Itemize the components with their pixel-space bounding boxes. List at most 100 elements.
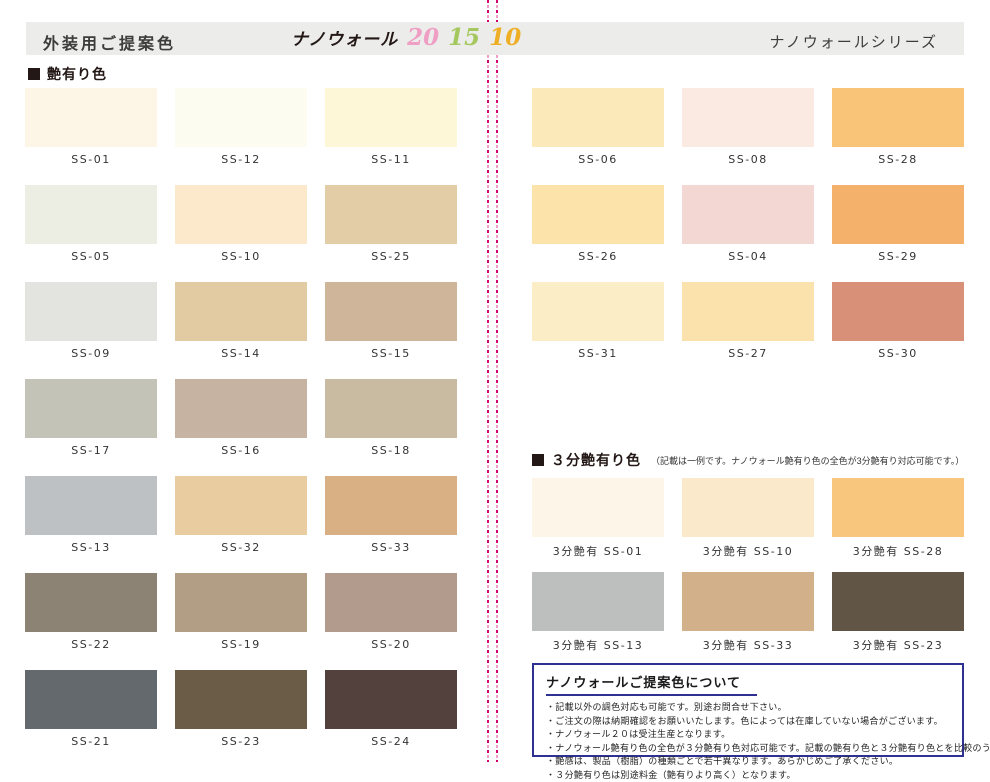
info-bullet-line: ・記載以外の調色対応も可能です。別途お問合せ下さい。	[546, 701, 950, 715]
color-swatch	[325, 88, 457, 147]
color-swatch	[25, 282, 157, 341]
brand-number-15: 15	[448, 26, 480, 49]
color-swatch	[832, 478, 964, 537]
header-bar: 外装用ご提案色 ナノウォール 20 15 10 ナノウォールシリーズ	[26, 22, 964, 55]
gloss-swatch-grid-right: SS-06 SS-08 SS-28 SS-26 SS-04 SS-29 SS-3…	[532, 88, 964, 360]
swatch-label: SS-32	[175, 541, 307, 554]
color-swatch	[682, 478, 814, 537]
swatch-cell: SS-33	[325, 476, 457, 554]
swatch-cell: SS-09	[25, 282, 157, 360]
swatch-cell: SS-08	[682, 88, 814, 166]
swatch-cell: SS-17	[25, 379, 157, 457]
info-bullet-line: ・ご注文の際は納期確認をお願いいたします。色によっては在庫していない場合がござい…	[546, 715, 950, 729]
semi-gloss-section-note: （記載は一例です。ナノウォール艶有り色の全色が3分艶有り対応可能です。）	[651, 454, 964, 467]
swatch-cell: 3分艶有 SS-10	[682, 478, 814, 556]
swatch-label: SS-15	[325, 347, 457, 360]
page-title: 外装用ご提案色	[43, 30, 176, 54]
color-swatch	[25, 379, 157, 438]
swatch-cell: SS-30	[832, 282, 964, 360]
color-swatch	[175, 476, 307, 535]
swatch-label: SS-28	[832, 153, 964, 166]
brand-name: ナノウォール	[291, 25, 398, 50]
gloss-section-heading: 艶有り色	[28, 64, 107, 84]
swatch-label: SS-23	[175, 735, 307, 748]
swatch-label: SS-25	[325, 250, 457, 263]
swatch-cell: SS-25	[325, 185, 457, 263]
swatch-cell: SS-15	[325, 282, 457, 360]
swatch-label: 3分艶有 SS-23	[832, 637, 964, 650]
color-swatch	[325, 670, 457, 729]
swatch-label: SS-26	[532, 250, 664, 263]
semi-gloss-section-heading: ３分艶有り色 （記載は一例です。ナノウォール艶有り色の全色が3分艶有り対応可能で…	[532, 450, 964, 470]
color-swatch	[532, 478, 664, 537]
swatch-label: 3分艶有 SS-28	[832, 543, 964, 556]
color-swatch	[532, 572, 664, 631]
color-swatch	[25, 670, 157, 729]
swatch-label: SS-06	[532, 153, 664, 166]
swatch-cell: SS-13	[25, 476, 157, 554]
semi-gloss-swatch-grid: 3分艶有 SS-01 3分艶有 SS-10 3分艶有 SS-28 3分艶有 SS…	[532, 478, 964, 650]
swatch-cell: SS-22	[25, 573, 157, 651]
swatch-label: SS-33	[325, 541, 457, 554]
swatch-label: SS-01	[25, 153, 157, 166]
color-swatch	[682, 282, 814, 341]
swatch-label: SS-12	[175, 153, 307, 166]
color-swatch	[25, 88, 157, 147]
swatch-label: SS-31	[532, 347, 664, 360]
swatch-cell: SS-26	[532, 185, 664, 263]
color-swatch	[532, 88, 664, 147]
color-swatch	[25, 476, 157, 535]
color-swatch	[325, 379, 457, 438]
swatch-cell: SS-29	[832, 185, 964, 263]
swatch-cell: SS-10	[175, 185, 307, 263]
brand-number-20: 20	[407, 26, 439, 49]
swatch-label: SS-22	[25, 638, 157, 651]
color-swatch	[25, 185, 157, 244]
gloss-swatch-grid-left: SS-01 SS-12 SS-11 SS-05 SS-10 SS-25 SS-0…	[25, 88, 457, 748]
swatch-cell: 3分艶有 SS-01	[532, 478, 664, 556]
swatch-cell: SS-12	[175, 88, 307, 166]
color-swatch	[532, 282, 664, 341]
swatch-cell: SS-23	[175, 670, 307, 748]
swatch-label: SS-09	[25, 347, 157, 360]
color-swatch	[325, 282, 457, 341]
swatch-label: 3分艶有 SS-10	[682, 543, 814, 556]
swatch-cell: SS-20	[325, 573, 457, 651]
swatch-label: SS-16	[175, 444, 307, 457]
swatch-label: SS-29	[832, 250, 964, 263]
swatch-cell: SS-14	[175, 282, 307, 360]
color-swatch	[532, 185, 664, 244]
swatch-label: SS-24	[325, 735, 457, 748]
swatch-label: SS-27	[682, 347, 814, 360]
swatch-cell: SS-21	[25, 670, 157, 748]
swatch-label: SS-05	[25, 250, 157, 263]
swatch-label: 3分艶有 SS-33	[682, 637, 814, 650]
color-swatch	[832, 282, 964, 341]
fold-mark-left	[487, 0, 489, 762]
swatch-label: SS-14	[175, 347, 307, 360]
series-title: ナノウォールシリーズ	[769, 31, 938, 52]
swatch-cell: SS-19	[175, 573, 307, 651]
swatch-label: SS-18	[325, 444, 457, 457]
color-swatch	[682, 572, 814, 631]
swatch-label: SS-20	[325, 638, 457, 651]
swatch-cell: SS-04	[682, 185, 814, 263]
color-swatch	[175, 282, 307, 341]
color-swatch	[832, 185, 964, 244]
swatch-label: SS-10	[175, 250, 307, 263]
fold-mark-right	[496, 0, 498, 762]
swatch-cell: SS-11	[325, 88, 457, 166]
square-bullet-icon	[28, 68, 40, 80]
swatch-cell: SS-06	[532, 88, 664, 166]
color-swatch	[325, 573, 457, 632]
info-box-title: ナノウォールご提案色について	[546, 672, 757, 696]
swatch-cell: SS-01	[25, 88, 157, 166]
square-bullet-icon	[532, 454, 544, 466]
swatch-cell: SS-27	[682, 282, 814, 360]
info-box-bullets: ・記載以外の調色対応も可能です。別途お問合せ下さい。・ご注文の際は納期確認をお願…	[546, 701, 950, 782]
swatch-cell: 3分艶有 SS-13	[532, 572, 664, 650]
color-swatch	[832, 572, 964, 631]
swatch-label: SS-21	[25, 735, 157, 748]
swatch-label: SS-19	[175, 638, 307, 651]
gloss-section-label: 艶有り色	[47, 64, 107, 84]
